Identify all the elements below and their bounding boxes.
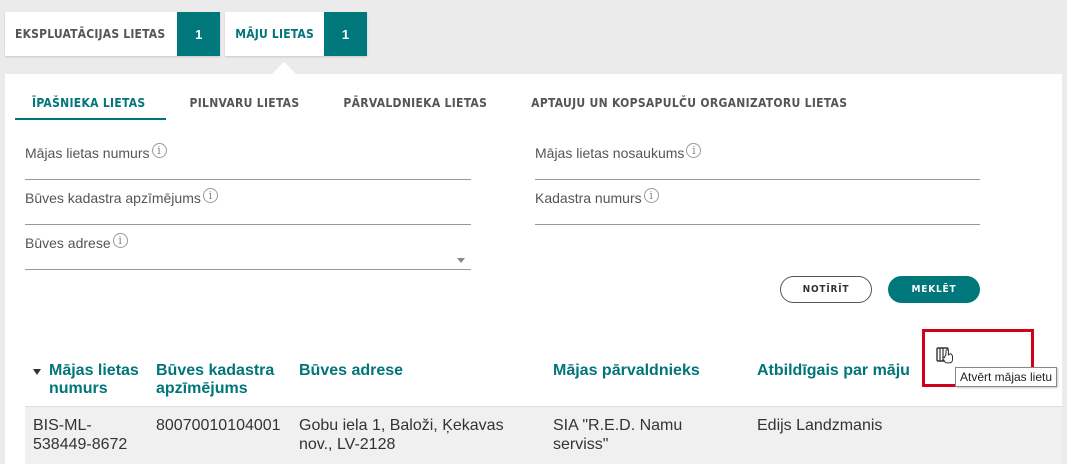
info-icon[interactable]: i [151,143,167,158]
house-case-name-field[interactable]: Mājas lietas nosaukums i [535,136,980,180]
info-icon[interactable]: i [202,188,218,203]
tab-label: MĀJU LIETAS [235,27,314,41]
tab-count-badge: 1 [177,12,221,56]
column-header-number[interactable]: Mājas lietas numurs [49,362,145,398]
sort-descending-icon[interactable] [33,369,41,375]
clear-button[interactable]: NOTĪRĪT [780,276,872,303]
field-label: Mājas lietas numurs [25,145,150,161]
top-tabs: EKSPLUATĀCIJAS LIETAS 1 MĀJU LIETAS 1 [5,12,372,56]
cell-responsible: Edijs Landzmanis [757,417,883,434]
info-icon[interactable]: i [643,188,659,203]
cell-address: Gobu iela 1, Baloži, Ķekavas nov., LV-21… [299,417,504,453]
search-button[interactable]: MEKLĒT [888,276,980,303]
tab-power-of-attorney-cases[interactable]: PILNVARU LIETAS [190,94,300,120]
tab-survey-organizer-cases[interactable]: APTAUJU UN KOPSAPULČU ORGANIZATORU LIETA… [531,94,847,120]
tab-label: EKSPLUATĀCIJAS LIETAS [15,27,166,41]
field-label: Būves kadastra apzīmējums [25,190,201,206]
cell-cadastre: 80070010104001 [156,417,281,434]
sub-tabs: ĪPAŠNIEKA LIETAS PILNVARU LIETAS PĀRVALD… [15,94,891,120]
field-label: Būves adrese [25,235,111,251]
cell-number: BIS-ML-538449-8672 [33,417,128,453]
house-case-number-field[interactable]: Mājas lietas numurs i [25,136,471,180]
field-label: Mājas lietas nosaukums [535,145,685,161]
chevron-down-icon[interactable] [457,258,465,263]
table-header: Mājas lietas numurs Būves kadastra apzīm… [5,362,1062,406]
column-header-cadastre[interactable]: Būves kadastra apzīmējums [156,362,281,398]
cadastre-number-field[interactable]: Kadastra numurs i [535,181,980,225]
tab-owner-cases[interactable]: ĪPAŠNIEKA LIETAS [15,94,166,120]
building-address-select[interactable]: Būves adrese i [25,226,471,270]
building-cadastre-field[interactable]: Būves kadastra apzīmējums i [25,181,471,225]
table-row[interactable]: BIS-ML-538449-8672 80070010104001 Gobu i… [25,406,1062,464]
info-icon[interactable]: i [686,143,702,158]
column-header-manager[interactable]: Mājas pārvaldnieks [553,362,743,380]
active-tab-pointer [272,62,296,74]
cell-manager: SIA "R.E.D. Namu serviss" [553,417,683,453]
info-icon[interactable]: i [112,233,128,248]
tab-exploitation-cases[interactable]: EKSPLUATĀCIJAS LIETAS 1 [5,12,221,56]
tab-count-badge: 1 [323,12,367,56]
content-panel: ĪPAŠNIEKA LIETAS PILNVARU LIETAS PĀRVALD… [5,74,1062,464]
column-header-address[interactable]: Būves adrese [299,362,519,380]
tooltip: Atvērt mājas lietu [955,367,1058,387]
tab-manager-cases[interactable]: PĀRVALDNIEKA LIETAS [343,94,487,120]
field-label: Kadastra numurs [535,190,642,206]
open-house-case-icon[interactable] [935,345,955,365]
tab-house-cases[interactable]: MĀJU LIETAS 1 [225,12,367,56]
